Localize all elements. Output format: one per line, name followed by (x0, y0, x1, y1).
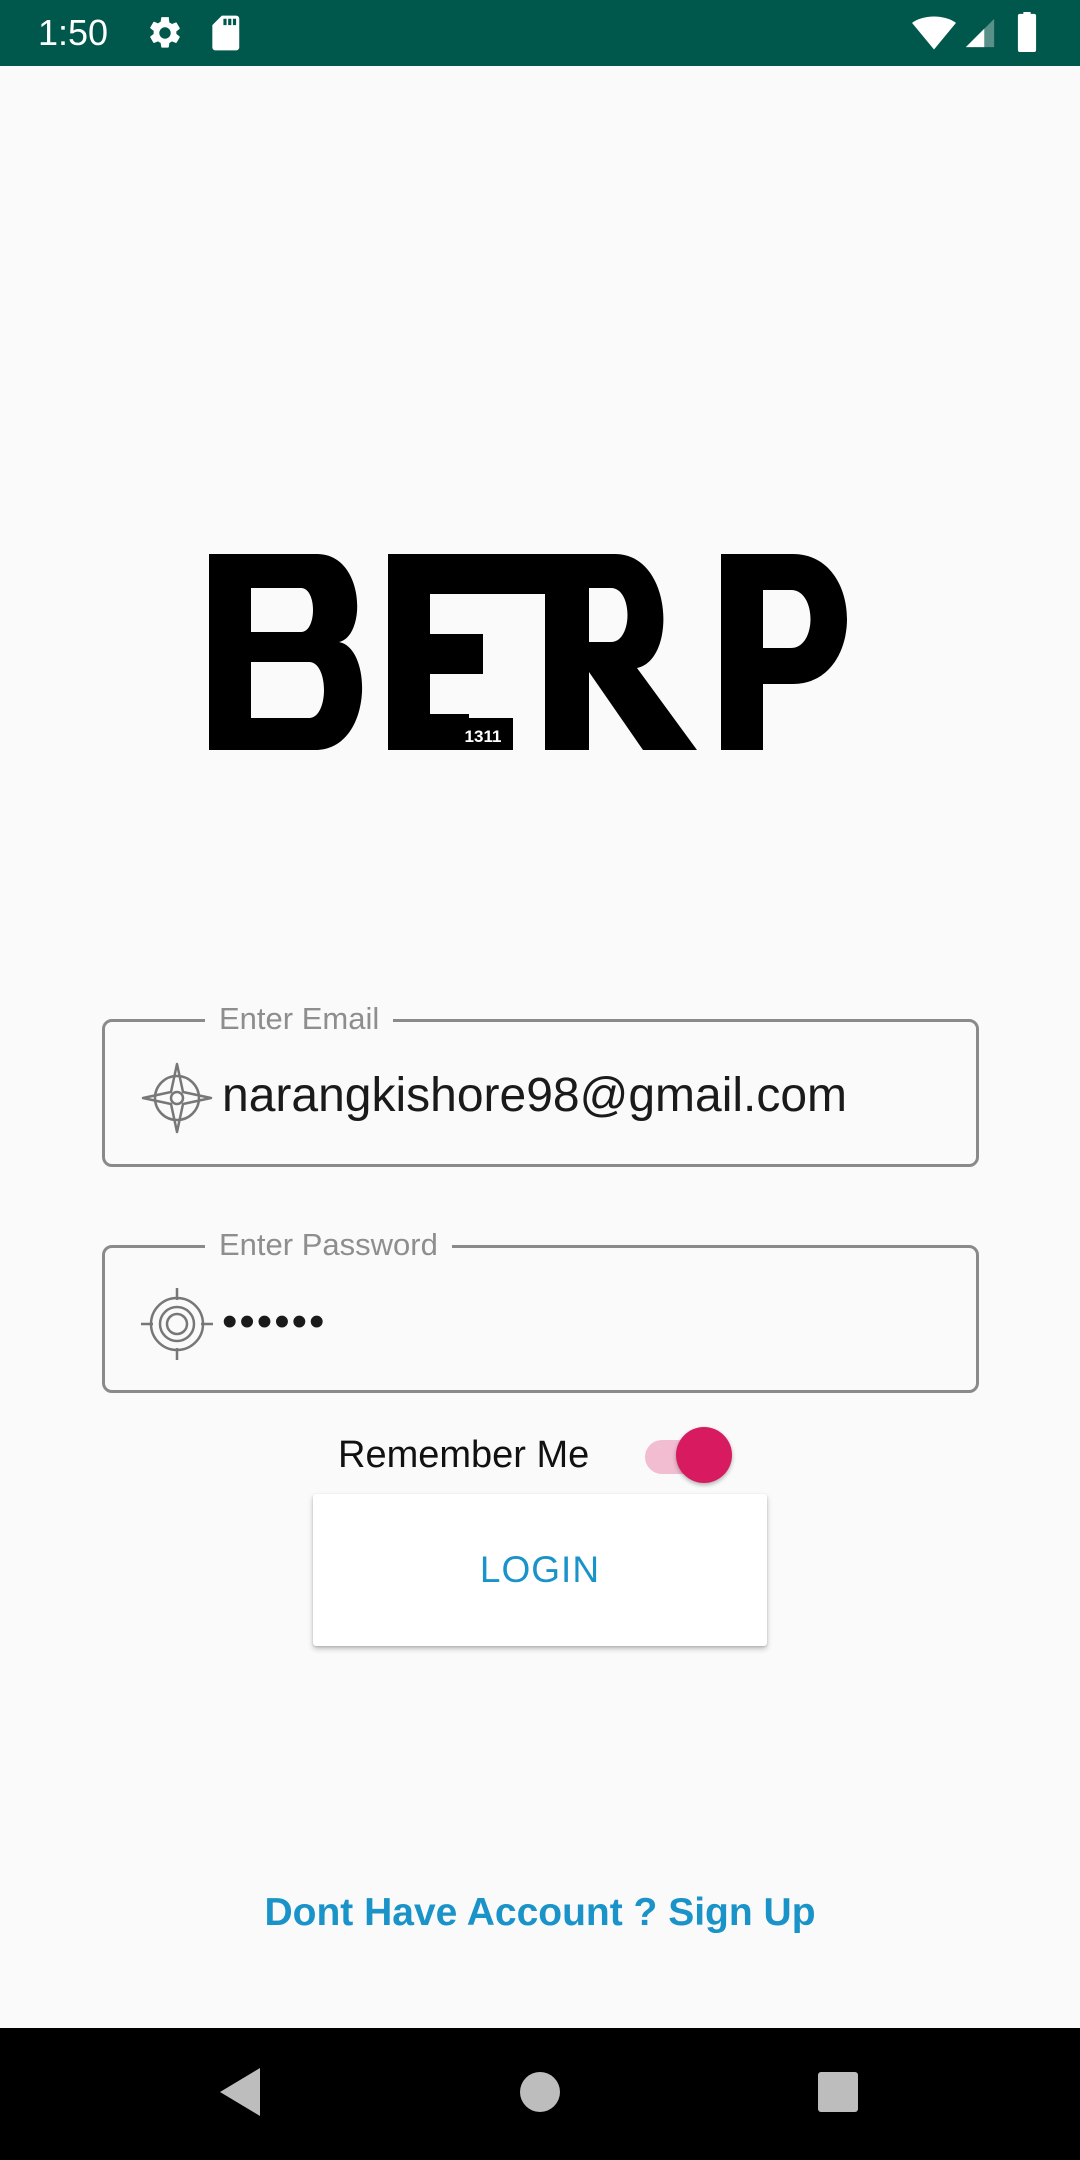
settings-icon (150, 17, 180, 48)
email-field-label: Enter Email (205, 1000, 394, 1038)
battery-icon (1017, 12, 1037, 52)
target-icon (141, 1288, 213, 1360)
remember-me-label: Remember Me (338, 1434, 590, 1476)
compass-icon (141, 1062, 213, 1134)
password-field[interactable]: Enter Password •••••• (102, 1226, 979, 1393)
sd-card-icon (212, 15, 240, 51)
password-input[interactable]: •••••• (222, 1292, 326, 1352)
email-input[interactable]: narangkishore98@gmail.com (222, 1066, 847, 1126)
login-button[interactable]: LOGIN (313, 1494, 767, 1646)
status-bar: 1:50 (0, 0, 1080, 66)
switch-thumb (676, 1427, 732, 1483)
status-time: 1:50 (38, 12, 109, 53)
signal-icon (965, 18, 995, 48)
wifi-icon (912, 16, 956, 50)
svg-text:1311: 1311 (465, 727, 502, 746)
remember-me-switch[interactable] (642, 1426, 736, 1484)
password-field-label: Enter Password (205, 1226, 452, 1264)
berp-logo: 1311 (205, 550, 875, 760)
signup-link[interactable]: Dont Have Account ? Sign Up (0, 1888, 1080, 1938)
recents-icon[interactable] (816, 2064, 860, 2120)
email-field[interactable]: Enter Email narangkishore98@gmail.com (102, 1000, 979, 1167)
back-icon[interactable] (214, 2064, 264, 2120)
home-icon[interactable] (518, 2064, 562, 2120)
navigation-bar (0, 2028, 1080, 2160)
